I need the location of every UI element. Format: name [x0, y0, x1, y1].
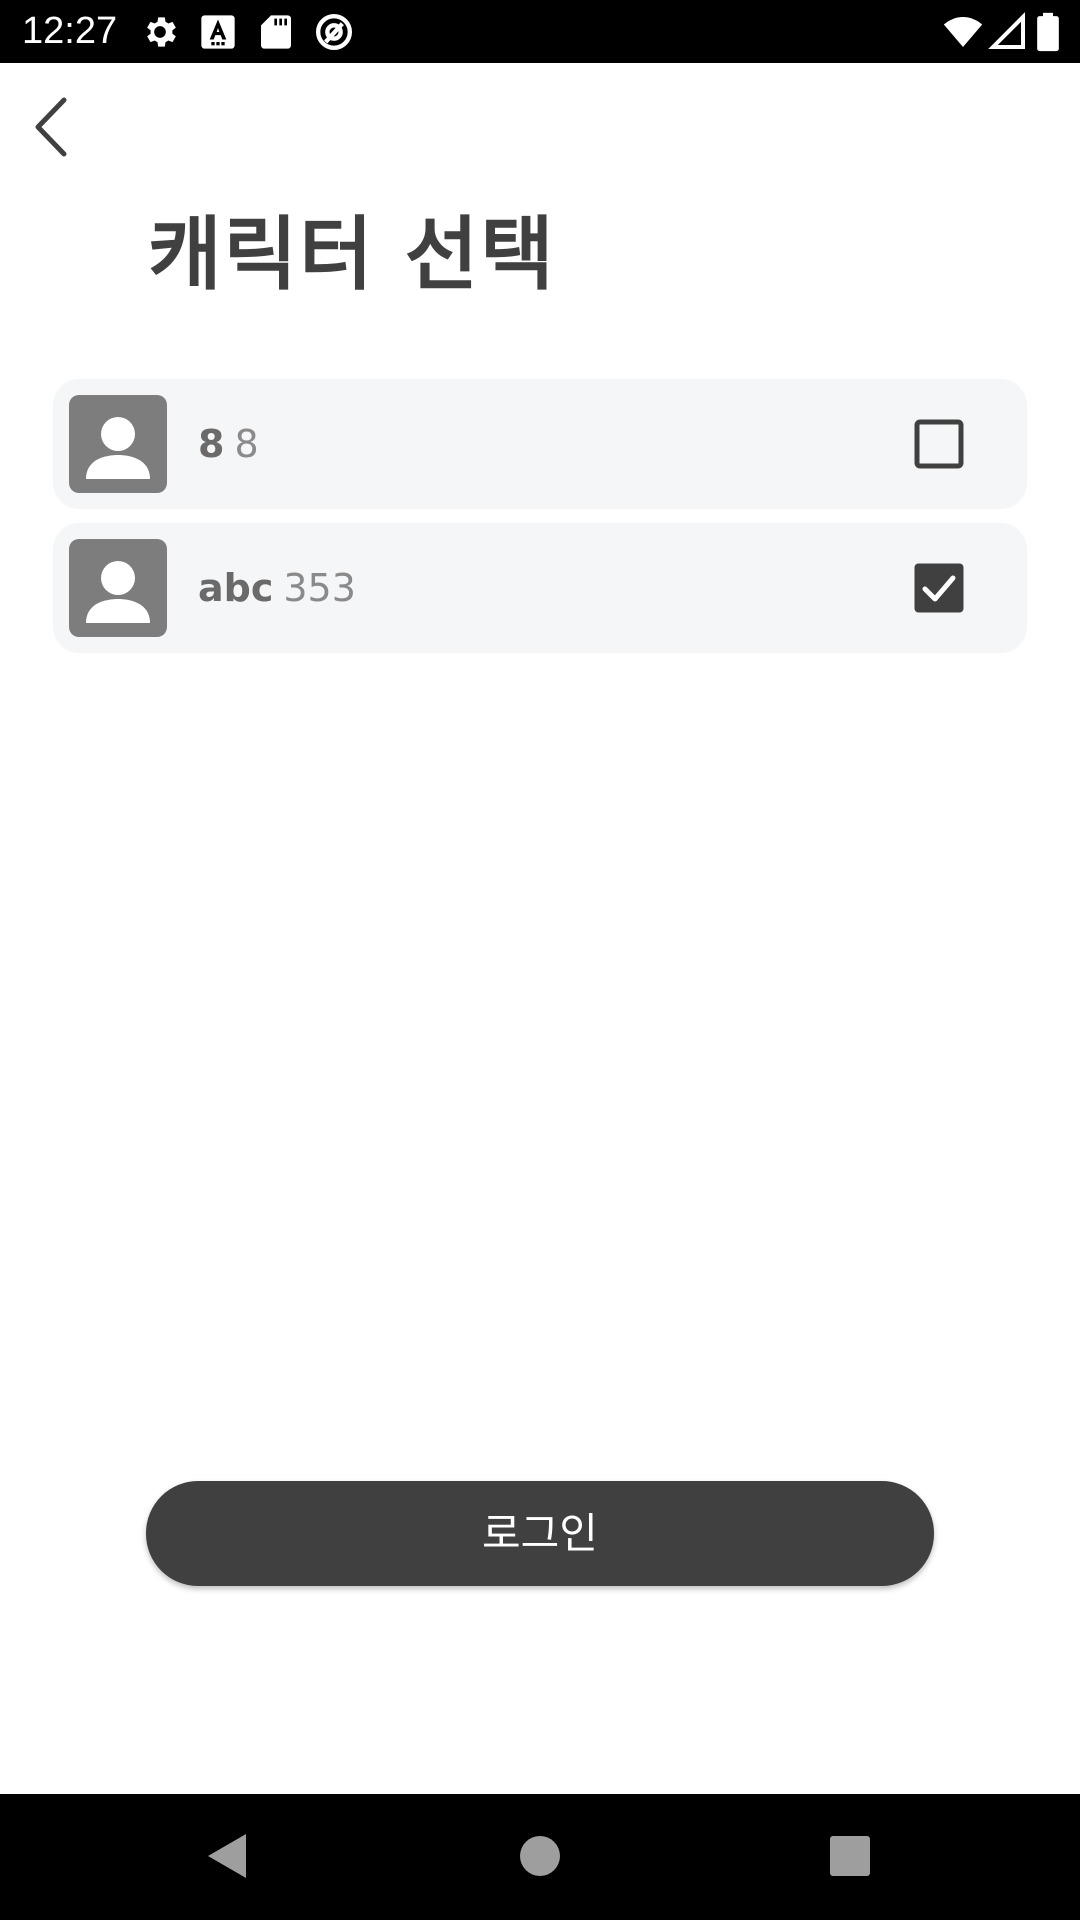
person-icon	[69, 539, 167, 637]
character-checkbox-unchecked[interactable]	[914, 419, 964, 469]
character-checkbox-checked[interactable]	[914, 563, 964, 613]
text-a-icon	[201, 15, 235, 49]
signal-icon	[988, 12, 1025, 49]
status-bar: 12:27	[0, 0, 1080, 63]
character-info: abc 353	[198, 523, 356, 653]
character-name: abc	[198, 566, 274, 610]
wifi-icon	[943, 17, 983, 47]
character-level: 8	[234, 422, 259, 466]
character-info: 88	[198, 379, 259, 509]
battery-icon	[1037, 12, 1059, 52]
settings-icon	[147, 17, 176, 47]
login-button[interactable]: 로그인	[146, 1481, 934, 1586]
status-time: 12:27	[22, 10, 118, 52]
character-item-2[interactable]: abc 353	[53, 523, 1027, 653]
recents-square-icon[interactable]	[818, 1824, 882, 1888]
home-circle-icon[interactable]	[508, 1824, 572, 1888]
sd-card-icon	[261, 15, 291, 49]
character-list: 88 abc 353	[53, 379, 1027, 667]
page-title: 캐릭터 선택	[148, 208, 556, 301]
navigation-bar	[0, 1794, 1080, 1920]
back-triangle-icon[interactable]	[194, 1824, 258, 1888]
at-sign-icon	[316, 14, 352, 50]
character-name: 8	[198, 422, 225, 466]
back-button[interactable]	[18, 90, 82, 164]
character-item-1[interactable]: 88	[53, 379, 1027, 509]
character-level: 353	[283, 566, 356, 610]
person-icon	[69, 395, 167, 493]
